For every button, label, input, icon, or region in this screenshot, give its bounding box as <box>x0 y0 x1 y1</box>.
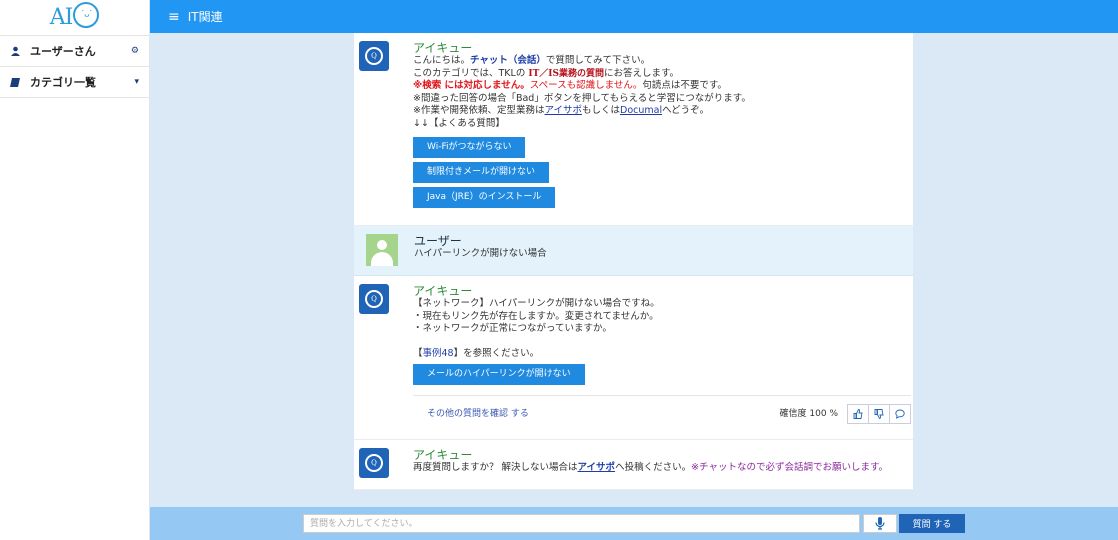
logo-q-icon: ˙ᴗ˙ <box>73 1 100 28</box>
top-header: ≡ IT関連 <box>150 0 1118 33</box>
chat-log: Q アイキュー こんにちは。チャット（会話）で質問してみて下さい。 このカテゴリ… <box>354 33 913 490</box>
documal-link[interactable]: Documal <box>620 105 662 116</box>
bot-avatar: Q <box>359 41 389 71</box>
thumbs-up-icon[interactable] <box>847 404 869 425</box>
bot-message: Q アイキュー 【ネットワーク】ハイパーリンクが開けない場合ですね。 ・現在もリ… <box>354 276 913 440</box>
confidence-label: 確信度 100 % <box>779 409 838 420</box>
thumbs-down-icon[interactable] <box>868 404 890 425</box>
book-icon <box>10 77 20 87</box>
comment-icon[interactable] <box>889 404 911 425</box>
bot-message: Q アイキュー こんにちは。チャット（会話）で質問してみて下さい。 このカテゴリ… <box>354 33 913 226</box>
message-line: ※間違った回答の場合「Bad」ボタンを押してもらえると学習につながります。 <box>413 92 751 104</box>
aisapo-link[interactable]: アイサポ <box>578 462 616 473</box>
gear-icon[interactable]: ⚙ <box>131 46 139 56</box>
caret-down-icon[interactable]: ▾ <box>134 77 139 87</box>
app-logo[interactable]: AI ˙ᴗ˙ <box>0 0 149 36</box>
message-line: 【事例48】を参照ください。 <box>413 347 540 359</box>
message-line: 【ネットワーク】ハイパーリンクが開けない場合ですね。 <box>413 298 660 309</box>
aiq-face-icon: Q <box>365 47 383 65</box>
input-bar: 質問 する <box>150 507 1118 540</box>
message-line: ・ネットワークが正常につながっていますか。 <box>413 323 612 335</box>
feedback-bar: その他の質問を確認 する 確信度 100 % <box>413 395 911 425</box>
message-line: 再度質問しますか？ 解決しない場合はアイサポへ投稿ください。※チャットなので必ず… <box>413 462 888 473</box>
user-message: ユーザー ハイパーリンクが開けない場合 <box>354 226 913 276</box>
user-icon <box>10 46 20 56</box>
sidebar-item-category[interactable]: カテゴリ一覧 ▾ <box>0 67 149 98</box>
question-input[interactable] <box>303 514 860 533</box>
page-title: IT関連 <box>187 10 223 24</box>
aiq-face-icon: Q <box>365 454 383 472</box>
case-link[interactable]: 事例48 <box>423 348 454 359</box>
bot-message: Q アイキュー 再度質問しますか？ 解決しない場合はアイサポへ投稿ください。※チ… <box>354 440 913 490</box>
message-line: ・現在もリンク先が存在しますか。変更されてませんか。 <box>413 310 659 322</box>
sender-name: アイキュー <box>413 284 473 298</box>
message-line: ※作業や開発依頼、定型業務はアイサポもしくはDocumalへどうぞ。 <box>413 105 710 117</box>
sidebar: AI ˙ᴗ˙ ユーザーさん ⚙ カテゴリ一覧 ▾ <box>0 0 150 540</box>
bot-avatar: Q <box>359 448 389 478</box>
logo-text: AI <box>49 5 74 30</box>
aisapo-link[interactable]: アイサポ <box>544 105 582 116</box>
faq-button-java[interactable]: Java（JRE）のインストール <box>413 186 556 208</box>
bot-avatar: Q <box>359 284 389 314</box>
aiq-face-icon: Q <box>365 290 383 308</box>
answer-button-hyperlink[interactable]: メールのハイパーリンクが開けない <box>413 364 585 386</box>
sidebar-item-user[interactable]: ユーザーさん ⚙ <box>0 36 149 67</box>
message-line: ※検索 には対応しません。スペースも認識しません。句読点は不要です。 <box>413 80 727 92</box>
sender-name: アイキュー <box>413 41 473 55</box>
other-questions-link[interactable]: その他の質問を確認 する <box>427 408 780 421</box>
message-line: ↓↓【よくある質問】 <box>413 117 505 129</box>
user-avatar <box>366 234 398 266</box>
sender-name: ユーザー <box>414 234 462 248</box>
message-line: このカテゴリでは、TKLの IT／IS業務の質問にお答えします。 <box>413 67 680 79</box>
faq-button-restricted-mail[interactable]: 制限付きメールが開けない <box>413 161 550 183</box>
sidebar-item-label: カテゴリ一覧 <box>30 76 96 89</box>
hamburger-menu-icon[interactable]: ≡ <box>168 9 180 25</box>
microphone-icon[interactable] <box>863 514 897 533</box>
faq-button-wifi[interactable]: Wi-Fiがつながらない <box>413 136 526 158</box>
ask-button[interactable]: 質問 する <box>899 514 965 533</box>
message-line: ハイパーリンクが開けない場合 <box>414 248 547 259</box>
sidebar-item-label: ユーザーさん <box>30 45 96 58</box>
message-line: こんにちは。チャット（会話）で質問してみて下さい。 <box>413 55 651 66</box>
sender-name: アイキュー <box>413 448 473 462</box>
